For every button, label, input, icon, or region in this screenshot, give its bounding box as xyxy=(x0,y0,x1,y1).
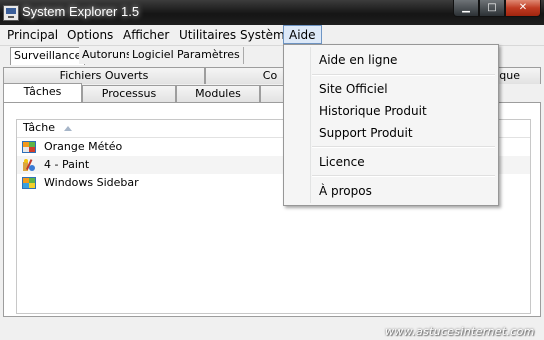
menu-item-support-produit[interactable]: Support Produit xyxy=(319,125,413,141)
menu-item-a-propos[interactable]: À propos xyxy=(319,183,372,199)
windows-sidebar-icon xyxy=(22,177,36,189)
paint-icon xyxy=(23,159,35,171)
window-title: System Explorer 1.5 xyxy=(22,4,140,19)
close-button[interactable]: ✕ xyxy=(505,0,541,17)
column-header-label: Tâche xyxy=(23,121,55,134)
menu-options[interactable]: Options xyxy=(65,27,115,43)
aide-dropdown-menu: Aide en ligne Site Officiel Historique P… xyxy=(283,44,499,206)
title-bar[interactable]: System Explorer 1.5 ▁ □ ✕ xyxy=(0,0,544,25)
minimize-button[interactable]: ▁ xyxy=(453,0,479,17)
app-icon xyxy=(3,5,19,21)
menu-separator xyxy=(312,146,495,148)
menu-item-historique-produit[interactable]: Historique Produit xyxy=(319,103,427,119)
list-item-label: 4 - Paint xyxy=(44,158,90,171)
subtab-logiciel[interactable]: Logiciel xyxy=(129,47,178,64)
list-item-label: Orange Météo xyxy=(44,140,123,153)
watermark: www.astucesinternet.com xyxy=(385,325,535,338)
menu-separator xyxy=(312,175,495,177)
menu-bar: Principal Options Afficher Utilitaires S… xyxy=(0,25,544,46)
menu-principal[interactable]: Principal xyxy=(5,27,60,43)
maximize-button[interactable]: □ xyxy=(479,0,505,17)
menu-afficher[interactable]: Afficher xyxy=(121,27,171,43)
menu-item-site-officiel[interactable]: Site Officiel xyxy=(319,81,388,97)
list-item-label: Windows Sidebar xyxy=(44,176,139,189)
sort-ascending-icon xyxy=(64,126,72,131)
orange-meteo-icon xyxy=(22,141,36,153)
tab-partial[interactable] xyxy=(260,85,285,102)
tab-taches[interactable]: Tâches xyxy=(3,83,82,102)
subtab-autoruns[interactable]: Autoruns xyxy=(79,47,136,64)
subtab-surveillance[interactable]: Surveillance xyxy=(10,47,86,65)
menu-utilitaires-systeme[interactable]: Utilitaires Système xyxy=(177,27,294,43)
tab-fichiers-ouverts[interactable]: Fichiers Ouverts xyxy=(3,67,205,84)
tab-modules[interactable]: Modules xyxy=(176,85,260,102)
menu-item-aide-en-ligne[interactable]: Aide en ligne xyxy=(319,52,397,68)
menu-item-licence[interactable]: Licence xyxy=(319,154,365,170)
menu-separator xyxy=(312,74,495,76)
menu-aide[interactable]: Aide xyxy=(283,25,322,44)
tab-processus[interactable]: Processus xyxy=(82,85,176,102)
subtab-parametres[interactable]: Paramètres xyxy=(174,47,244,64)
